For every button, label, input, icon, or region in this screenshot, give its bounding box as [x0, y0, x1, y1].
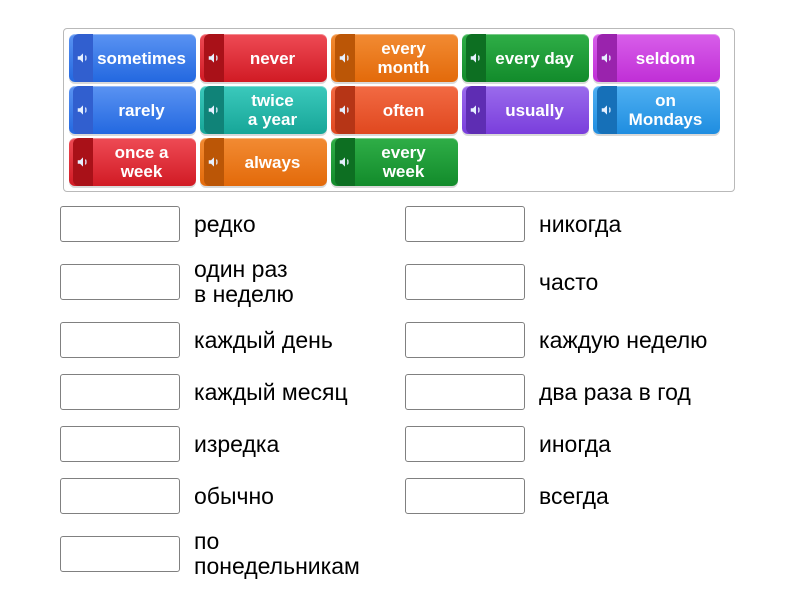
word-tile[interactable]: every month	[331, 34, 458, 82]
word-tile[interactable]: seldom	[593, 34, 720, 82]
answer-row: два раза в год	[405, 373, 750, 411]
drop-target[interactable]	[60, 206, 180, 242]
word-tile-tray: sometimes never every month every day seldom…	[63, 28, 735, 192]
answer-label: каждую неделю	[539, 328, 707, 353]
drop-target[interactable]	[405, 264, 525, 300]
drop-target[interactable]	[60, 536, 180, 572]
answer-label: изредка	[194, 432, 279, 457]
answer-label: никогда	[539, 212, 621, 237]
answer-label: иногда	[539, 432, 611, 457]
speaker-icon[interactable]	[597, 86, 617, 134]
answer-label: каждый день	[194, 328, 333, 353]
word-tile-label: rarely	[93, 101, 196, 120]
answer-label: редко	[194, 212, 256, 237]
answer-row: обычно	[60, 477, 405, 515]
answer-row: всегда	[405, 477, 750, 515]
speaker-icon[interactable]	[335, 138, 355, 186]
speaker-icon[interactable]	[73, 138, 93, 186]
word-tile-label: usually	[486, 101, 589, 120]
drop-target[interactable]	[405, 426, 525, 462]
answer-row: каждую неделю	[405, 321, 750, 359]
word-tile-label: never	[224, 49, 327, 68]
drop-target[interactable]	[60, 264, 180, 300]
drop-target[interactable]	[60, 322, 180, 358]
word-tile-label: often	[355, 101, 458, 120]
answer-label: обычно	[194, 484, 274, 509]
word-tile[interactable]: once a week	[69, 138, 196, 186]
answer-label: всегда	[539, 484, 609, 509]
word-tile-label: once a week	[93, 143, 196, 181]
answer-row: каждый день	[60, 321, 405, 359]
answer-row: никогда	[405, 205, 750, 243]
speaker-icon[interactable]	[73, 86, 93, 134]
word-tile[interactable]: often	[331, 86, 458, 134]
drop-target[interactable]	[60, 374, 180, 410]
speaker-icon[interactable]	[335, 86, 355, 134]
answer-row: иногда	[405, 425, 750, 463]
answer-label: по понедельникам	[194, 529, 360, 579]
word-tile[interactable]: on Mondays	[593, 86, 720, 134]
answer-row: редко	[60, 205, 405, 243]
word-tile-label: on Mondays	[617, 91, 720, 129]
word-tile-label: twice a year	[224, 91, 327, 129]
answer-row: каждый месяц	[60, 373, 405, 411]
answers-grid: редко никогда один раз в неделю часто каждый…	[60, 205, 750, 593]
word-tile-label: seldom	[617, 49, 720, 68]
drop-target[interactable]	[405, 206, 525, 242]
answer-label: каждый месяц	[194, 380, 348, 405]
word-tile[interactable]: never	[200, 34, 327, 82]
speaker-icon[interactable]	[335, 34, 355, 82]
answer-row: один раз в неделю	[60, 257, 405, 307]
word-tile[interactable]: always	[200, 138, 327, 186]
answer-label: часто	[539, 270, 598, 295]
answer-label: два раза в год	[539, 380, 691, 405]
speaker-icon[interactable]	[466, 86, 486, 134]
answer-row: часто	[405, 257, 750, 307]
drop-target[interactable]	[405, 478, 525, 514]
answer-label: один раз в неделю	[194, 257, 294, 307]
drop-target[interactable]	[405, 374, 525, 410]
word-tile-label: always	[224, 153, 327, 172]
word-tile[interactable]: usually	[462, 86, 589, 134]
drop-target[interactable]	[60, 478, 180, 514]
word-tile-label: every month	[355, 39, 458, 77]
speaker-icon[interactable]	[73, 34, 93, 82]
speaker-icon[interactable]	[204, 86, 224, 134]
speaker-icon[interactable]	[204, 138, 224, 186]
answer-row: изредка	[60, 425, 405, 463]
word-tile[interactable]: every week	[331, 138, 458, 186]
answer-row: по понедельникам	[60, 529, 405, 579]
word-tile[interactable]: sometimes	[69, 34, 196, 82]
word-tile-label: every day	[486, 49, 589, 68]
drop-target[interactable]	[60, 426, 180, 462]
word-tile[interactable]: twice a year	[200, 86, 327, 134]
word-tile[interactable]: every day	[462, 34, 589, 82]
speaker-icon[interactable]	[597, 34, 617, 82]
speaker-icon[interactable]	[204, 34, 224, 82]
word-tile-label: sometimes	[93, 49, 196, 68]
word-tile[interactable]: rarely	[69, 86, 196, 134]
drop-target[interactable]	[405, 322, 525, 358]
speaker-icon[interactable]	[466, 34, 486, 82]
word-tile-label: every week	[355, 143, 458, 181]
